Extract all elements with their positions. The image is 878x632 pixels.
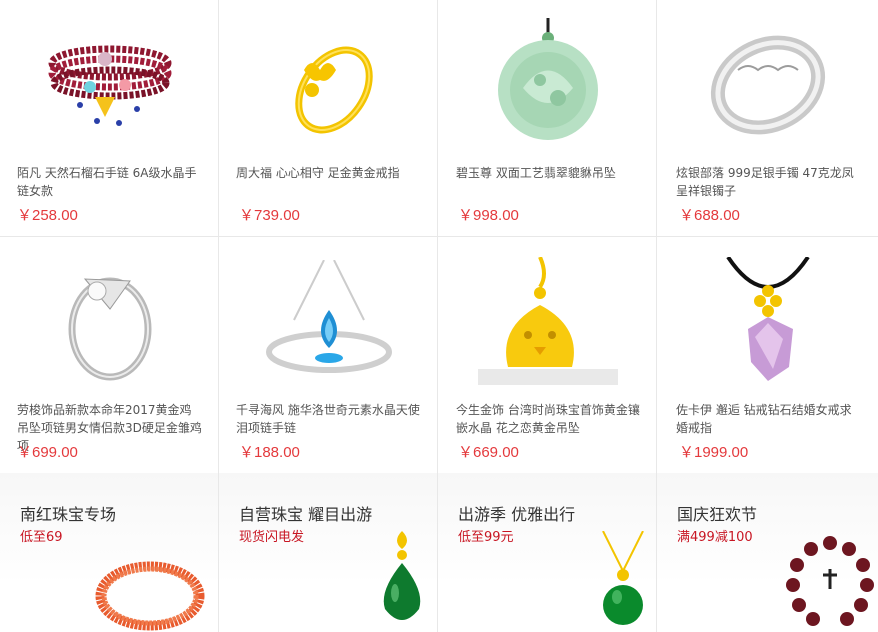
product-price: ￥188.00 — [239, 444, 300, 461]
promo-title[interactable]: 南红珠宝专场 — [20, 501, 116, 525]
product-name[interactable]: 千寻海风 施华洛世奇元素水晶天使泪项链手链 — [236, 401, 422, 437]
gold-chick-pendant-image[interactable] — [438, 257, 656, 387]
product-grid: 陌凡 天然石榴石手链 6A级水晶手链女款 ￥258.00 周大福 心心相守 足金… — [0, 0, 878, 632]
product-price: ￥688.00 — [679, 207, 740, 224]
product-card[interactable]: 劳梭饰品新款本命年2017黄金鸡吊坠项链男女情侣款3D硬足金雏鸡项 ￥699.0… — [0, 237, 219, 474]
product-card[interactable]: 周大福 心心相守 足金黄金戒指 ￥739.00 — [219, 0, 438, 237]
product-card[interactable]: 碧玉尊 双面工艺翡翠貔貅吊坠 ￥998.00 — [438, 0, 657, 237]
silver-bangle-image[interactable] — [657, 25, 878, 145]
product-card[interactable]: 千寻海风 施华洛世奇元素水晶天使泪项链手链 ￥188.00 — [219, 237, 438, 474]
jade-pendant-image[interactable] — [438, 18, 656, 143]
promo-card[interactable]: 出游季 优雅出行 低至99元 — [438, 473, 657, 632]
product-name[interactable]: 佐卡伊 邂逅 钻戒钻石结婚女戒求婚戒指 — [676, 401, 862, 437]
promo-subtitle: 满499减100 — [677, 530, 753, 545]
product-card[interactable]: 今生金饰 台湾时尚珠宝首饰黄金镶嵌水晶 花之恋黄金吊坠 ￥669.00 — [438, 237, 657, 474]
promo-subtitle: 低至69 — [20, 530, 63, 545]
green-drop-pendant-image[interactable] — [377, 531, 427, 632]
gold-ring-image[interactable] — [219, 25, 437, 145]
product-card[interactable]: 佐卡伊 邂逅 钻戒钻石结婚女戒求婚戒指 ￥1999.00 — [657, 237, 878, 474]
promo-card[interactable]: 南红珠宝专场 低至69 — [0, 473, 219, 632]
product-name[interactable]: 陌凡 天然石榴石手链 6A级水晶手链女款 — [17, 164, 203, 200]
product-name[interactable]: 今生金饰 台湾时尚珠宝首饰黄金镶嵌水晶 花之恋黄金吊坠 — [456, 401, 642, 437]
crystal-pendant-image[interactable] — [657, 257, 878, 387]
diamond-ring-image[interactable] — [0, 259, 218, 384]
red-bead-bracelet-image[interactable] — [95, 551, 205, 632]
promo-card[interactable]: 自营珠宝 耀目出游 现货闪电发 — [219, 473, 438, 632]
promo-title[interactable]: 出游季 优雅出行 — [458, 501, 575, 525]
promo-card[interactable]: 国庆狂欢节 满499减100 — [657, 473, 878, 632]
product-price: ￥258.00 — [17, 207, 78, 224]
product-name[interactable]: 炫银部落 999足银手镯 47克龙凤呈祥银镯子 — [676, 164, 862, 200]
product-price: ￥699.00 — [17, 444, 78, 461]
product-price: ￥1999.00 — [679, 444, 749, 461]
product-price: ￥739.00 — [239, 207, 300, 224]
promo-title[interactable]: 自营珠宝 耀目出游 — [239, 501, 372, 525]
product-card[interactable]: 陌凡 天然石榴石手链 6A级水晶手链女款 ￥258.00 — [0, 0, 219, 237]
promo-subtitle: 低至99元 — [458, 530, 514, 545]
product-name[interactable]: 碧玉尊 双面工艺翡翠貔貅吊坠 — [456, 164, 642, 182]
bead-mala-image[interactable] — [785, 535, 875, 632]
product-price: ￥669.00 — [458, 444, 519, 461]
blue-crystal-necklace-image[interactable] — [219, 257, 437, 387]
product-card[interactable]: 炫银部落 999足银手镯 47克龙凤呈祥银镯子 ￥688.00 — [657, 0, 878, 237]
product-price: ￥998.00 — [458, 207, 519, 224]
promo-title[interactable]: 国庆狂欢节 — [677, 501, 757, 525]
product-name[interactable]: 周大福 心心相守 足金黄金戒指 — [236, 164, 422, 182]
garnet-bracelet-image[interactable] — [0, 20, 218, 140]
green-round-pendant-image[interactable] — [598, 530, 648, 632]
promo-subtitle: 现货闪电发 — [239, 530, 305, 545]
